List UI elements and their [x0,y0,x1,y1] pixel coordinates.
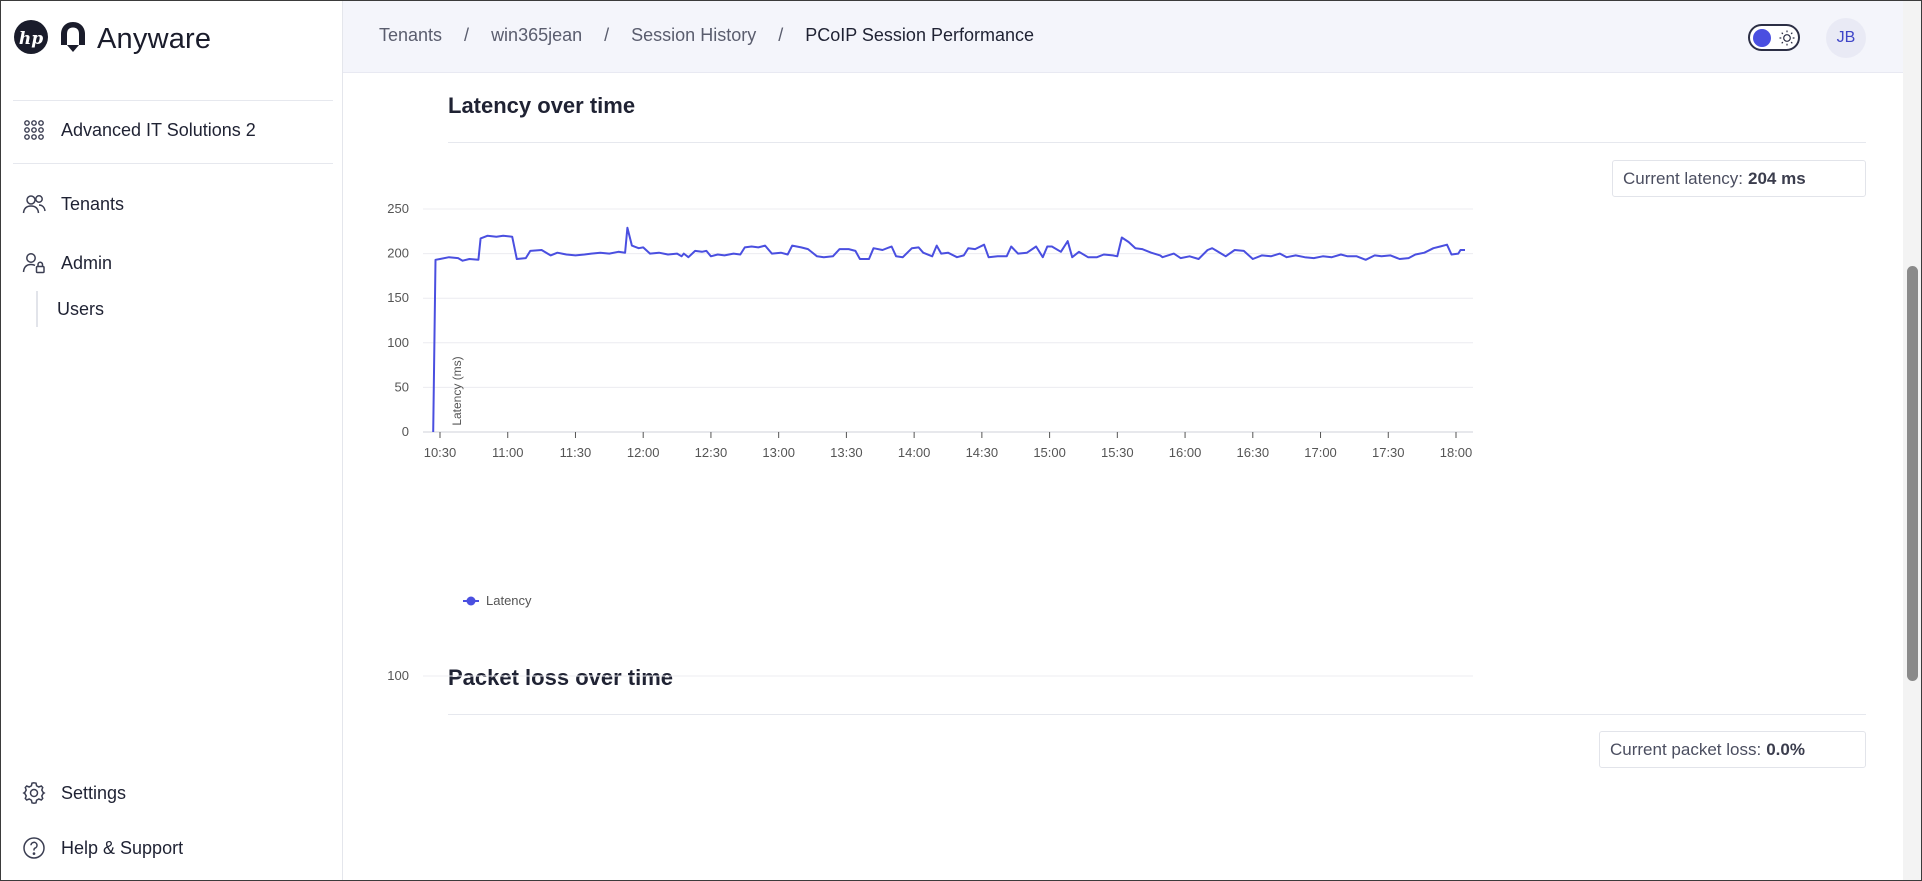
sidebar-item-label: Help & Support [61,837,184,858]
sidebar: hp Anyware Advanced IT Solutions 2 Tenan… [1,1,343,880]
sidebar-item-help[interactable]: Help & Support [21,835,183,861]
user-lock-icon [21,250,47,276]
sun-icon [1778,29,1796,47]
sidebar-item-label: Advanced IT Solutions 2 [61,119,256,140]
sidebar-item-tenants[interactable]: Tenants [21,191,124,217]
toggle-knob [1753,29,1771,47]
packet-loss-chart: 100 [387,668,1473,683]
breadcrumb-separator: / [778,25,784,45]
y-tick-label: 100 [387,668,409,683]
sidebar-item-organization[interactable]: Advanced IT Solutions 2 [21,117,256,143]
sidebar-item-label: Settings [61,782,127,803]
sidebar-item-settings[interactable]: Settings [21,780,126,806]
grid-icon [21,117,47,143]
gear-icon [21,780,47,806]
breadcrumb-separator: / [604,25,610,45]
sidebar-divider [13,100,333,101]
top-header: Tenants / win365jean / Session History /… [343,1,1921,73]
avatar[interactable]: JB [1826,18,1866,58]
app-window: hp Anyware Advanced IT Solutions 2 Tenan… [0,0,1922,881]
breadcrumb-tenants[interactable]: Tenants [379,25,442,46]
users-icon [21,191,47,217]
sidebar-item-label: Users [57,298,105,319]
breadcrumb-tenant[interactable]: win365jean [491,25,582,46]
breadcrumb: Tenants / win365jean / Session History /… [379,25,1034,46]
hp-logo-icon: hp [13,19,49,60]
brand-logo[interactable]: hp Anyware [13,19,211,59]
sidebar-item-users[interactable]: Users [36,291,104,327]
sidebar-item-label: Tenants [61,193,125,214]
sidebar-item-admin[interactable]: Admin [21,250,112,276]
scrollbar-thumb[interactable] [1907,266,1918,681]
breadcrumb-separator: / [464,25,470,45]
sidebar-divider [13,163,333,164]
main-content: Latency over time Current latency: 204 m… [343,73,1903,880]
chart-gridlines: 100 [387,668,1473,683]
help-circle-icon [21,835,47,861]
theme-toggle[interactable] [1748,24,1800,51]
svg-text:hp: hp [19,29,43,49]
breadcrumb-current: PCoIP Session Performance [805,25,1034,45]
brand-name: Anyware [97,22,212,55]
breadcrumb-session-history[interactable]: Session History [631,25,756,46]
anyware-logo-icon [59,19,87,60]
sidebar-item-label: Admin [61,252,113,273]
